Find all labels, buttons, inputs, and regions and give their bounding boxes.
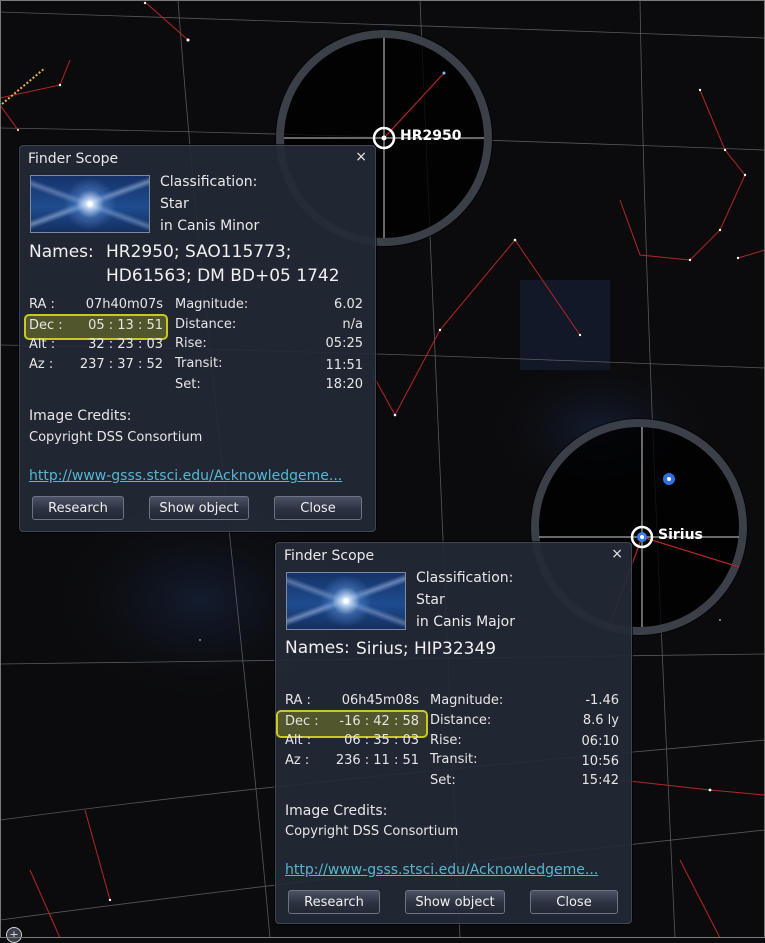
research-button[interactable]: Research bbox=[288, 890, 380, 914]
magnitude-value: 6.02 bbox=[334, 297, 363, 312]
names-line-1: Sirius; HIP32349 bbox=[356, 639, 497, 659]
distance-label: Distance: bbox=[430, 713, 492, 728]
panel-title: Finder Scope bbox=[284, 548, 375, 564]
distance-value: 8.6 ly bbox=[582, 713, 619, 728]
ra-value: 06h45m08s bbox=[341, 693, 419, 708]
acknowledgement-link[interactable]: http://www-gsss.stsci.edu/Acknowledgeme.… bbox=[285, 862, 598, 878]
set-label: Set: bbox=[175, 377, 201, 392]
rise-label: Rise: bbox=[430, 733, 462, 748]
zoom-icon[interactable]: + bbox=[6, 927, 22, 943]
classification-label: Classification: bbox=[416, 570, 514, 586]
set-value: 18:20 bbox=[325, 377, 363, 392]
finder-scope-panel-sirius: Finder Scope × Classification: Star in C… bbox=[275, 542, 632, 924]
ra-label: RA : bbox=[29, 297, 55, 312]
names-label: Names: bbox=[29, 242, 94, 262]
az-value: 237 : 37 : 52 bbox=[79, 357, 163, 372]
az-label: Az : bbox=[285, 753, 310, 768]
names-label: Names: bbox=[285, 638, 350, 658]
image-credits-value: Copyright DSS Consortium bbox=[285, 824, 459, 839]
star-label-hr2950[interactable]: HR2950 bbox=[400, 128, 461, 144]
classification-value: Star bbox=[416, 592, 445, 608]
object-thumbnail bbox=[286, 572, 406, 630]
az-label: Az : bbox=[29, 357, 54, 372]
dec-label: Dec : bbox=[29, 318, 63, 333]
close-button[interactable]: Close bbox=[530, 890, 618, 914]
names-line-1: HR2950; SAO115773; bbox=[106, 242, 292, 262]
transit-value: 11:51 bbox=[325, 358, 363, 373]
set-label: Set: bbox=[430, 773, 456, 788]
star-label-sirius[interactable]: Sirius bbox=[658, 527, 703, 543]
image-credits-label: Image Credits: bbox=[285, 803, 388, 819]
dec-value: 05 : 13 : 51 bbox=[88, 318, 163, 333]
rise-value: 05:25 bbox=[325, 336, 363, 351]
image-credits-value: Copyright DSS Consortium bbox=[29, 430, 203, 445]
transit-value: 10:56 bbox=[581, 754, 619, 769]
classification-value: Star bbox=[160, 196, 189, 212]
transit-label: Transit: bbox=[175, 356, 223, 371]
show-object-button[interactable]: Show object bbox=[149, 496, 249, 520]
distance-label: Distance: bbox=[175, 317, 237, 332]
acknowledgement-link[interactable]: http://www-gsss.stsci.edu/Acknowledgeme.… bbox=[29, 468, 342, 484]
research-button[interactable]: Research bbox=[32, 496, 124, 520]
image-credits-label: Image Credits: bbox=[29, 408, 132, 424]
alt-value: 32 : 23 : 03 bbox=[88, 337, 163, 352]
classification-label: Classification: bbox=[160, 174, 258, 190]
object-thumbnail bbox=[30, 175, 150, 233]
alt-label: Alt : bbox=[285, 733, 312, 748]
magnitude-label: Magnitude: bbox=[175, 297, 249, 312]
constellation-text: in Canis Minor bbox=[160, 218, 260, 234]
names-line-2: HD61563; DM BD+05 1742 bbox=[106, 266, 340, 286]
close-icon[interactable]: × bbox=[355, 149, 367, 165]
magnitude-label: Magnitude: bbox=[430, 693, 504, 708]
transit-label: Transit: bbox=[430, 752, 478, 767]
magnitude-value: -1.46 bbox=[585, 693, 619, 708]
distance-value: n/a bbox=[342, 317, 363, 332]
alt-label: Alt : bbox=[29, 337, 56, 352]
dec-label: Dec : bbox=[285, 714, 319, 729]
az-value: 236 : 11 : 51 bbox=[335, 753, 419, 768]
rise-label: Rise: bbox=[175, 336, 207, 351]
finder-scope-panel-hr2950: Finder Scope × Classification: Star in C… bbox=[19, 145, 376, 532]
panel-title: Finder Scope bbox=[28, 151, 119, 167]
close-icon[interactable]: × bbox=[611, 546, 623, 562]
set-value: 15:42 bbox=[581, 773, 619, 788]
close-button[interactable]: Close bbox=[274, 496, 362, 520]
ra-label: RA : bbox=[285, 693, 311, 708]
alt-value: 06 : 35 : 03 bbox=[344, 733, 419, 748]
show-object-button[interactable]: Show object bbox=[405, 890, 505, 914]
dec-value: -16 : 42 : 58 bbox=[339, 714, 419, 729]
rise-value: 06:10 bbox=[581, 734, 619, 749]
constellation-text: in Canis Major bbox=[416, 614, 515, 630]
ra-value: 07h40m07s bbox=[85, 297, 163, 312]
